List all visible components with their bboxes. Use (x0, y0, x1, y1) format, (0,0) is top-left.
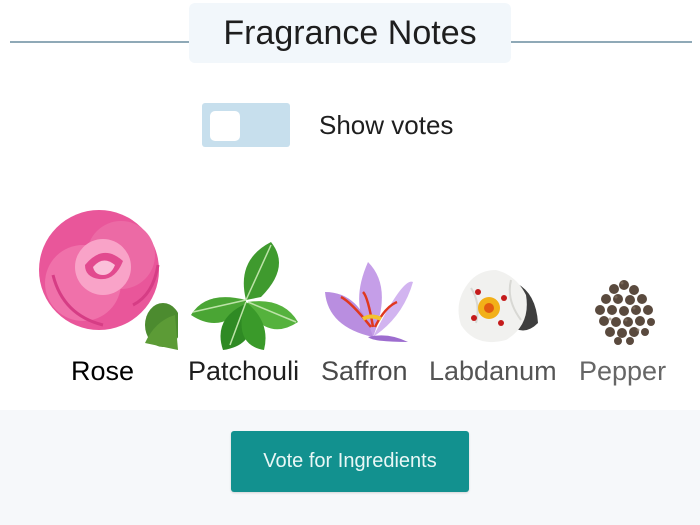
vote-for-ingredients-button[interactable]: Vote for Ingredients (231, 431, 469, 492)
show-votes-toggle[interactable] (202, 103, 290, 147)
toggle-knob[interactable] (210, 111, 240, 141)
note-label: Pepper (579, 356, 667, 386)
rose-flower-icon (39, 210, 178, 350)
header-divider-right (511, 41, 692, 43)
labdanum-cistus-icon (458, 270, 538, 343)
note-label: Patchouli (188, 356, 300, 386)
note-patchouli[interactable]: Patchouli (183, 195, 318, 395)
black-pepper-icon (595, 280, 655, 345)
saffron-crocus-icon (325, 262, 413, 342)
page-title: Fragrance Notes (223, 13, 477, 52)
header-divider-left (10, 41, 190, 43)
note-pepper[interactable]: Pepper (578, 195, 678, 395)
title-box: Fragrance Notes (189, 3, 511, 63)
note-labdanum[interactable]: Labdanum (428, 195, 568, 395)
note-label: Saffron (321, 356, 408, 386)
note-label: Labdanum (429, 356, 557, 386)
note-saffron[interactable]: Saffron (321, 195, 421, 395)
patchouli-leaves-icon (191, 242, 298, 350)
note-rose[interactable]: Rose (28, 195, 178, 395)
notes-list: Rose Patchouli Saffron Labdanum Pepper (28, 195, 688, 408)
show-votes-label: Show votes (319, 110, 454, 140)
note-label: Rose (71, 356, 135, 386)
